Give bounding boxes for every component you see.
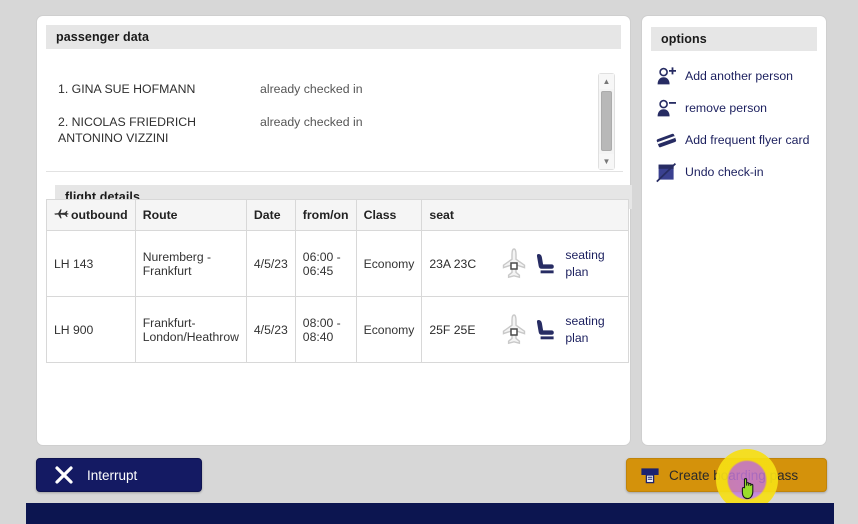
column-header-outbound-label: outbound <box>71 207 128 222</box>
option-remove-person[interactable]: remove person <box>651 92 821 124</box>
passenger-list: 1. GINA SUE HOFMANN already checked in 2… <box>46 54 623 172</box>
airplane-icon <box>54 208 69 223</box>
aircraft-top-view-icon <box>501 247 527 281</box>
option-add-frequent-flyer-card[interactable]: Add frequent flyer card <box>651 124 821 156</box>
passenger-name-1: 1. GINA SUE HOFMANN <box>58 82 196 96</box>
undo-checkin-icon <box>656 162 677 183</box>
passenger-status-2: already checked in <box>260 115 363 129</box>
option-undo-check-in[interactable]: Undo check-in <box>651 156 821 188</box>
column-header-outbound: outbound <box>46 199 136 231</box>
seat-codes: 23A 23C <box>429 256 477 271</box>
options-list: Add another person remove person Add fre… <box>651 60 821 188</box>
person-remove-icon <box>656 98 677 119</box>
passenger-data-panel: passenger data 1. GINA SUE HOFMANN alrea… <box>36 15 632 446</box>
seat-chair-icon[interactable] <box>536 319 556 341</box>
column-header-from-on: from/on <box>294 199 357 231</box>
from-on-cell: 08:00 - 08:40 <box>294 296 357 363</box>
option-label: remove person <box>685 101 768 115</box>
passenger-name-2: 2. NICOLAS FRIEDRICH ANTONINO VIZZINI <box>58 115 197 145</box>
seat-chair-icon[interactable] <box>536 253 556 275</box>
class-cell: Economy <box>355 230 423 297</box>
create-boarding-pass-label: Create boarding pass <box>669 467 799 483</box>
column-header-route: Route <box>134 199 247 231</box>
table-row: LH 900 Frankfurt-London/Heathrow 4/5/23 … <box>46 296 630 363</box>
interrupt-button[interactable]: Interrupt <box>36 458 202 492</box>
option-add-another-person[interactable]: Add another person <box>651 60 821 92</box>
column-header-class: Class <box>355 199 423 231</box>
table-row: LH 143 Nuremberg - Frankfurt 4/5/23 06:0… <box>46 230 630 297</box>
option-label: Add another person <box>685 69 794 83</box>
flight-details-table: outbound Route Date from/on Class seat L… <box>46 199 630 363</box>
seat-cell: 25F 25E seating plan <box>421 296 630 363</box>
scrollbar-thumb[interactable] <box>601 91 612 151</box>
printer-icon <box>640 465 660 485</box>
options-header: options <box>651 27 817 51</box>
class-cell: Economy <box>355 296 423 363</box>
from-on-cell: 06:00 - 06:45 <box>294 230 357 297</box>
interrupt-button-label: Interrupt <box>87 467 138 483</box>
seating-plan-link[interactable]: seating plan <box>565 313 621 347</box>
app-root: passenger data 1. GINA SUE HOFMANN alrea… <box>0 0 858 524</box>
route-cell: Frankfurt-London/Heathrow <box>134 296 247 363</box>
flight-number-cell: LH 143 <box>46 230 136 297</box>
seat-codes: 25F 25E <box>429 322 476 337</box>
aircraft-top-view-icon <box>501 313 527 347</box>
scroll-down-arrow-icon[interactable]: ▼ <box>599 154 614 169</box>
seat-cell: 23A 23C seating plan <box>421 230 630 297</box>
option-label: Undo check-in <box>685 165 764 179</box>
column-header-date: Date <box>245 199 296 231</box>
person-add-icon <box>656 66 677 87</box>
credit-card-icon <box>656 130 677 151</box>
option-label: Add frequent flyer card <box>685 133 810 147</box>
seating-plan-link[interactable]: seating plan <box>565 247 621 281</box>
column-header-seat: seat <box>421 199 630 231</box>
passenger-data-header: passenger data <box>46 25 621 49</box>
flight-number-cell: LH 900 <box>46 296 136 363</box>
route-cell: Nuremberg - Frankfurt <box>134 230 247 297</box>
close-x-icon <box>53 464 75 486</box>
date-cell: 4/5/23 <box>245 230 296 297</box>
scroll-up-arrow-icon[interactable]: ▲ <box>599 74 614 89</box>
passenger-list-scrollbar[interactable]: ▲ ▼ <box>598 73 615 170</box>
options-panel: options Add another person remove person… <box>641 15 827 446</box>
create-boarding-pass-button[interactable]: Create boarding pass <box>626 458 827 492</box>
bottom-status-bar <box>26 503 834 524</box>
date-cell: 4/5/23 <box>245 296 296 363</box>
passenger-status-1: already checked in <box>260 82 363 96</box>
table-header-row: outbound Route Date from/on Class seat <box>46 199 630 231</box>
